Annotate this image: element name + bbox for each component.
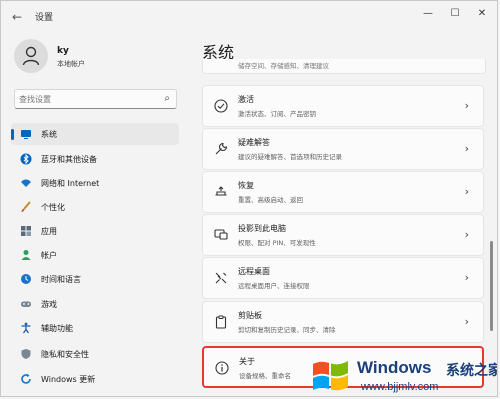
sidebar-item-accounts[interactable]: 帐户 [11,244,179,266]
sidebar-item-label: 游戏 [41,300,57,309]
card-subtitle: 储存空间、存储感知、清理建议 [238,62,329,70]
watermark-brand: Windows [357,358,432,377]
app-title: 设置 [35,13,54,23]
windows-logo-icon [313,361,348,391]
card-project-to-pc[interactable]: 投影到此电脑 权限、配对 PIN、可发现性 › [202,214,484,256]
update-icon [21,373,31,384]
monitor-icon [21,130,31,139]
sidebar-item-label: Windows 更新 [41,375,96,384]
clipboard-icon [215,315,227,329]
card-subtitle: 剪切和复制历史记录、同步、清除 [238,326,336,334]
brush-icon [21,201,31,212]
sidebar-item-label: 帐户 [41,251,57,260]
gamepad-icon [21,301,31,307]
sidebar-item-privacy[interactable]: 隐私和安全性 [11,343,179,365]
shield-icon [21,349,31,359]
watermark-brand-cn: 系统之家 [446,363,498,379]
sidebar-item-gaming[interactable]: 游戏 [11,293,179,315]
person-icon [21,250,31,260]
card-recovery[interactable]: 恢复 重置、高级启动、返回 › [202,171,484,213]
remote-desktop-icon [215,272,227,284]
watermark-url: www.bjjmlv.com [361,381,439,393]
account-type: 本地帐户 [57,60,85,68]
card-title: 疑难解答 [238,138,270,147]
accessibility-icon [21,322,31,334]
person-icon [22,46,40,66]
scrollbar[interactable] [490,241,493,331]
sidebar-item-label: 辅助功能 [41,324,73,333]
title-bar: ← 设置 — ☐ ✕ [1,1,497,31]
info-icon [215,361,229,375]
avatar[interactable] [14,39,48,73]
chevron-right-icon: › [464,228,469,241]
apps-icon [21,226,31,236]
card-subtitle: 远程桌面用户、连接权限 [238,282,310,290]
recovery-icon [215,186,227,196]
back-button[interactable]: ← [9,9,25,25]
card-subtitle: 建议的疑难解答、首选项和历史记录 [238,153,342,161]
close-button[interactable]: ✕ [471,6,493,22]
watermark: Windows 系统之家 www.bjjmlv.com [301,354,498,396]
chevron-right-icon: › [464,315,469,328]
sidebar-item-label: 系统 [41,130,57,139]
card-troubleshoot[interactable]: 疑难解答 建议的疑难解答、首选项和历史记录 › [202,128,484,170]
card-subtitle: 权限、配对 PIN、可发现性 [238,239,316,247]
storage-card-partial[interactable]: 储存空间、存储感知、清理建议 [202,59,486,74]
card-title: 恢复 [238,181,254,190]
chevron-right-icon: › [464,271,469,284]
search-icon[interactable]: ⌕ [164,93,170,104]
chevron-right-icon: › [464,142,469,155]
card-title: 剪贴板 [238,311,262,320]
card-subtitle: 激活状态、订阅、产品密钥 [238,110,316,118]
sidebar-item-network[interactable]: 网络和 Internet [11,172,179,194]
card-subtitle: 重置、高级启动、返回 [238,196,303,204]
sidebar-item-label: 蓝牙和其他设备 [41,155,97,164]
wifi-icon [21,179,31,187]
sidebar-item-system[interactable]: 系统 [11,123,179,145]
sidebar-item-label: 应用 [41,227,57,236]
sidebar-item-personalization[interactable]: 个性化 [11,196,179,218]
sidebar-item-bluetooth[interactable]: 蓝牙和其他设备 [11,148,179,170]
card-title: 关于 [239,357,255,366]
card-title: 投影到此电脑 [238,224,286,233]
wrench-icon [215,142,228,155]
globe-clock-icon [21,274,31,284]
settings-window: ← 设置 — ☐ ✕ ky 本地帐户 ⌕ 系统 蓝牙和其他设备 [0,0,498,397]
card-activation[interactable]: 激活 激活状态、订阅、产品密钥 › [202,85,484,127]
sidebar-item-accessibility[interactable]: 辅助功能 [11,317,179,339]
minimize-button[interactable]: — [417,6,439,22]
sidebar-item-windows-update[interactable]: Windows 更新 [11,368,179,390]
chevron-right-icon: › [464,185,469,198]
search-box[interactable]: ⌕ [14,89,177,109]
search-input[interactable] [19,92,155,106]
bluetooth-icon [20,153,32,165]
card-title: 远程桌面 [238,267,270,276]
chevron-right-icon: › [464,99,469,112]
activation-icon [214,99,228,113]
card-subtitle: 设备规格、重命名 [239,372,291,380]
card-clipboard[interactable]: 剪贴板 剪切和复制历史记录、同步、清除 › [202,301,484,343]
sidebar-item-label: 个性化 [41,203,65,212]
user-name: ky [57,46,69,56]
projection-icon [214,229,228,240]
active-indicator [11,129,14,140]
sidebar-item-label: 时间和语言 [41,275,81,284]
sidebar-item-time-language[interactable]: 时间和语言 [11,268,179,290]
card-title: 激活 [238,95,254,104]
sidebar-item-apps[interactable]: 应用 [11,220,179,242]
sidebar-item-label: 网络和 Internet [41,179,100,188]
card-remote-desktop[interactable]: 远程桌面 远程桌面用户、连接权限 › [202,257,484,299]
sidebar-item-label: 隐私和安全性 [41,350,89,359]
maximize-button[interactable]: ☐ [444,6,466,22]
